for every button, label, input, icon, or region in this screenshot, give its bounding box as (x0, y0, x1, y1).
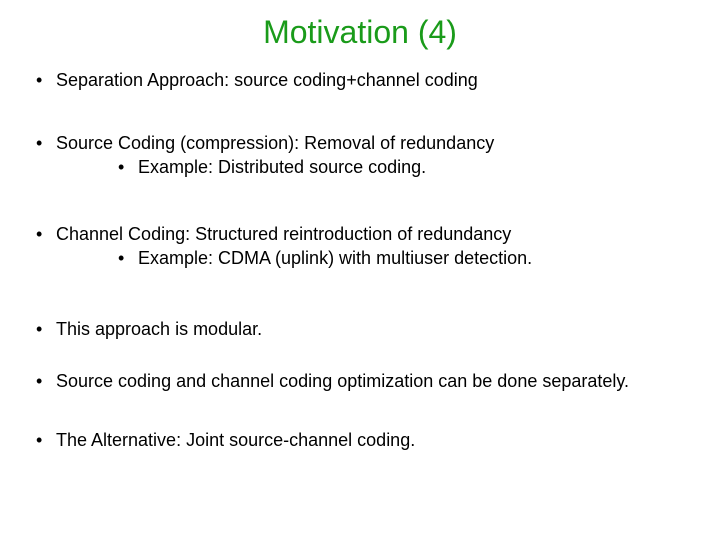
bullet-list: Separation Approach: source coding+chann… (20, 69, 700, 451)
sub-list: Example: Distributed source coding. (56, 156, 700, 179)
list-item: Channel Coding: Structured reintroductio… (34, 223, 700, 270)
list-item: Separation Approach: source coding+chann… (34, 69, 700, 92)
list-item: Source Coding (compression): Removal of … (34, 132, 700, 179)
sub-bullet-text: Example: Distributed source coding. (138, 157, 426, 177)
bullet-text: Source coding and channel coding optimiz… (56, 371, 629, 391)
bullet-text: This approach is modular. (56, 319, 262, 339)
bullet-text: Separation Approach: source coding+chann… (56, 70, 478, 90)
sub-list-item: Example: Distributed source coding. (118, 156, 700, 179)
bullet-text: Source Coding (compression): Removal of … (56, 133, 494, 153)
bullet-text: Channel Coding: Structured reintroductio… (56, 224, 511, 244)
slide-title: Motivation (4) (20, 14, 700, 51)
bullet-text: The Alternative: Joint source-channel co… (56, 430, 415, 450)
list-item: The Alternative: Joint source-channel co… (34, 429, 700, 452)
slide: Motivation (4) Separation Approach: sour… (0, 0, 720, 540)
list-item: Source coding and channel coding optimiz… (34, 370, 700, 393)
sub-list-item: Example: CDMA (uplink) with multiuser de… (118, 247, 700, 270)
list-item: This approach is modular. (34, 318, 700, 341)
sub-list: Example: CDMA (uplink) with multiuser de… (56, 247, 700, 270)
sub-bullet-text: Example: CDMA (uplink) with multiuser de… (138, 248, 532, 268)
